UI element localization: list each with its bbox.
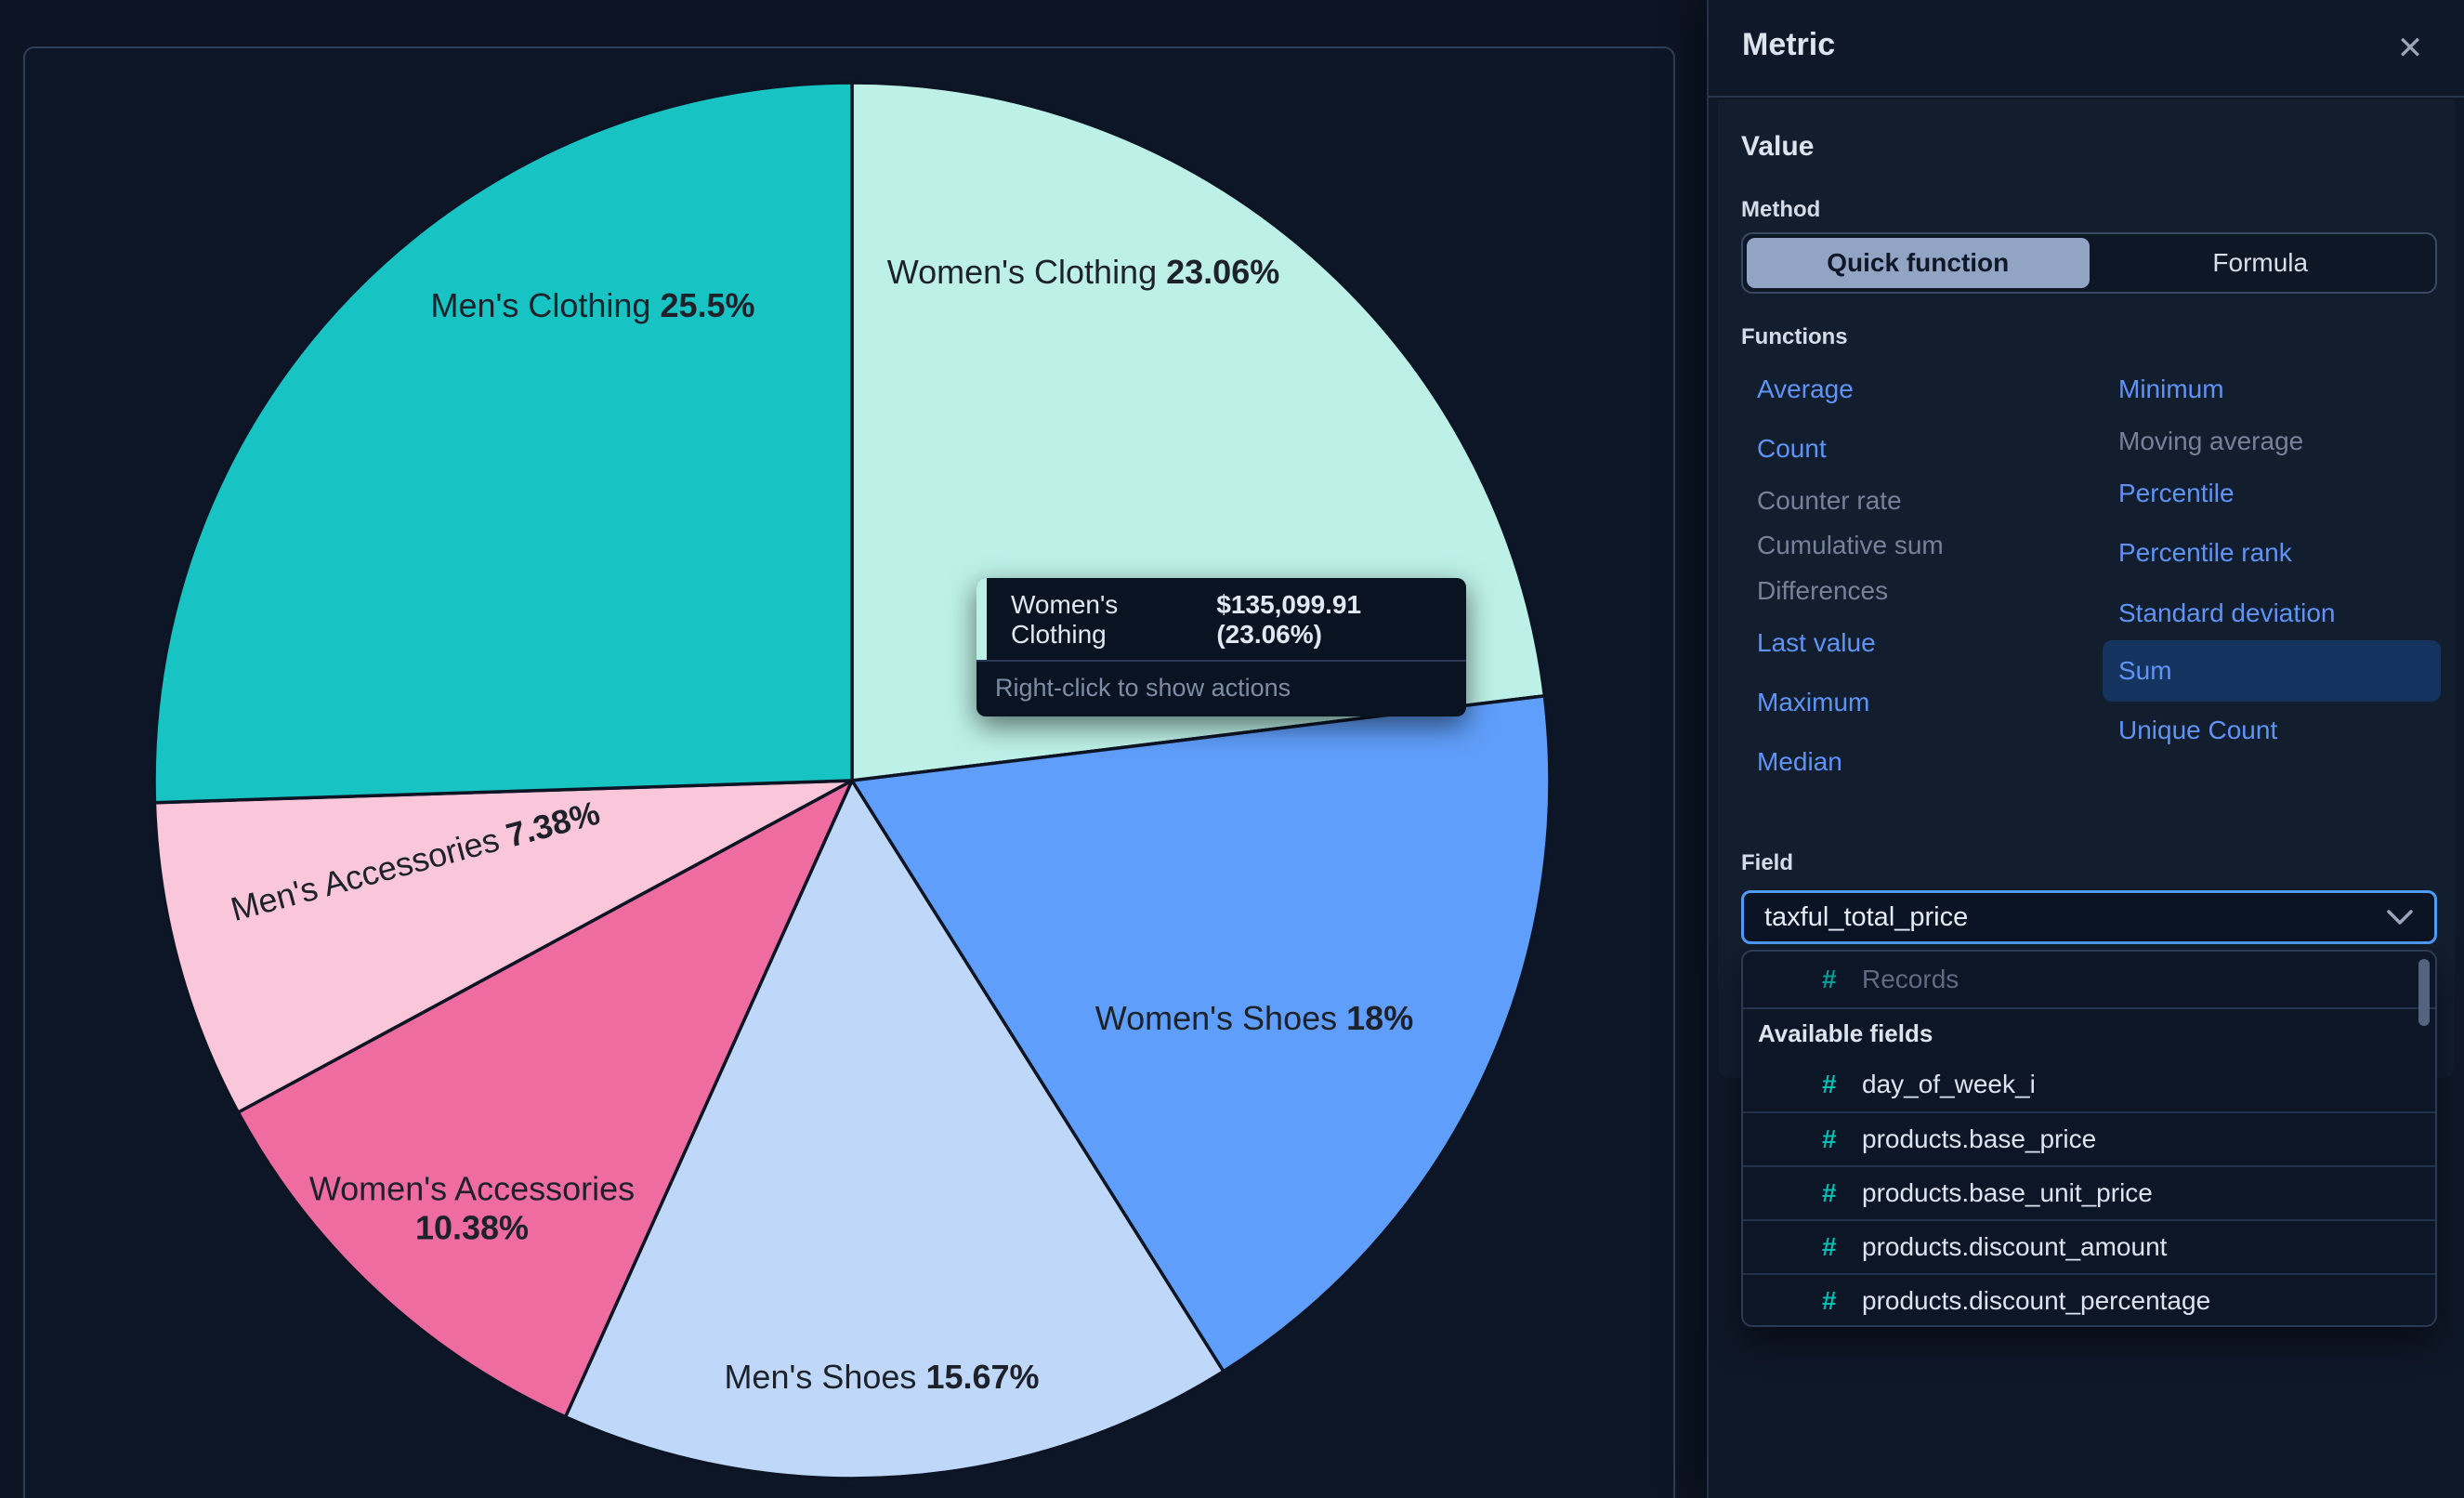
tooltip-accent-bar — [976, 578, 987, 660]
function-average[interactable]: Average — [1757, 374, 1854, 404]
metric-flyout: Metric ✕ Value Method Quick functionForm… — [1707, 0, 2464, 1498]
number-field-icon: # — [1822, 965, 1842, 994]
number-field-icon: # — [1822, 1178, 1842, 1208]
field-option-label: products.base_price — [1862, 1124, 2096, 1154]
flyout-title: Metric — [1742, 27, 1835, 63]
function-moving-average: Moving average — [2118, 427, 2303, 456]
function-last-value[interactable]: Last value — [1757, 628, 1876, 658]
function-differences: Differences — [1757, 576, 1888, 606]
function-minimum[interactable]: Minimum — [2118, 374, 2224, 404]
field-option-label: products.discount_amount — [1862, 1232, 2167, 1262]
function-counter-rate: Counter rate — [1757, 486, 1902, 516]
field-option-products-base-unit-price[interactable]: # products.base_unit_price — [1743, 1165, 2435, 1219]
function-median[interactable]: Median — [1757, 747, 1842, 777]
field-select-value: taxful_total_price — [1764, 902, 1968, 933]
field-option-products-discount-amount[interactable]: # products.discount_amount — [1743, 1219, 2435, 1273]
functions-label: Functions — [1741, 324, 1848, 350]
tooltip-hint: Right-click to show actions — [976, 662, 1466, 716]
pie-chart — [25, 48, 1673, 1498]
field-option-label: products.base_unit_price — [1862, 1178, 2153, 1208]
field-option-label: Records — [1862, 965, 1959, 994]
chart-tooltip: Women's Clothing $135,099.91 (23.06%) Ri… — [976, 578, 1466, 716]
value-section-heading: Value — [1741, 131, 1814, 163]
app-canvas: Women's Clothing 23.06%Women's Shoes 18%… — [0, 0, 2464, 1498]
number-field-icon: # — [1822, 1124, 1842, 1154]
flyout-header: Metric ✕ — [1709, 0, 2464, 98]
field-option-day-of-week-i[interactable]: # day_of_week_i — [1743, 1058, 2435, 1111]
method-toggle-group: Quick functionFormula — [1741, 232, 2437, 294]
pie-chart-panel: Women's Clothing 23.06%Women's Shoes 18%… — [23, 46, 1675, 1498]
function-sum[interactable]: Sum — [2103, 640, 2441, 702]
tooltip-series-label: Women's Clothing — [1011, 590, 1196, 650]
close-icon[interactable]: ✕ — [2388, 26, 2432, 71]
popover-scrollbar[interactable] — [2418, 959, 2430, 1026]
function-cumulative-sum: Cumulative sum — [1757, 531, 1944, 560]
function-count[interactable]: Count — [1757, 434, 1827, 464]
field-option-label: day_of_week_i — [1862, 1070, 2036, 1099]
function-standard-deviation[interactable]: Standard deviation — [2118, 598, 2336, 628]
tooltip-value: $135,099.91 (23.06%) — [1196, 590, 1444, 650]
method-quick-function-button[interactable]: Quick function — [1747, 238, 2090, 288]
function-percentile[interactable]: Percentile — [2118, 479, 2235, 508]
function-percentile-rank[interactable]: Percentile rank — [2118, 538, 2292, 568]
tooltip-header: Women's Clothing $135,099.91 (23.06%) — [976, 578, 1466, 662]
method-formula-button[interactable]: Formula — [2090, 238, 2432, 288]
number-field-icon: # — [1822, 1232, 1842, 1262]
field-option-products-base-price[interactable]: # products.base_price — [1743, 1111, 2435, 1165]
field-select[interactable]: taxful_total_price — [1741, 890, 2437, 944]
method-label: Method — [1741, 197, 1820, 223]
field-option-label: products.discount_percentage — [1862, 1286, 2210, 1316]
pie-slice-men-s-clothing[interactable] — [154, 83, 852, 803]
chevron-down-icon — [2386, 908, 2414, 926]
available-fields-header: Available fields — [1743, 1009, 2435, 1058]
function-maximum[interactable]: Maximum — [1757, 688, 1869, 717]
field-options-popover: # Records Available fields # day_of_week_… — [1741, 950, 2437, 1327]
field-label: Field — [1741, 850, 1793, 876]
number-field-icon: # — [1822, 1286, 1842, 1316]
function-unique-count[interactable]: Unique Count — [2118, 716, 2277, 745]
available-fields-list: # day_of_week_i # products.base_price # produ… — [1743, 1058, 2435, 1327]
field-option-records: # Records — [1743, 952, 2435, 1007]
field-option-products-discount-percentage[interactable]: # products.discount_percentage — [1743, 1273, 2435, 1327]
number-field-icon: # — [1822, 1070, 1842, 1099]
